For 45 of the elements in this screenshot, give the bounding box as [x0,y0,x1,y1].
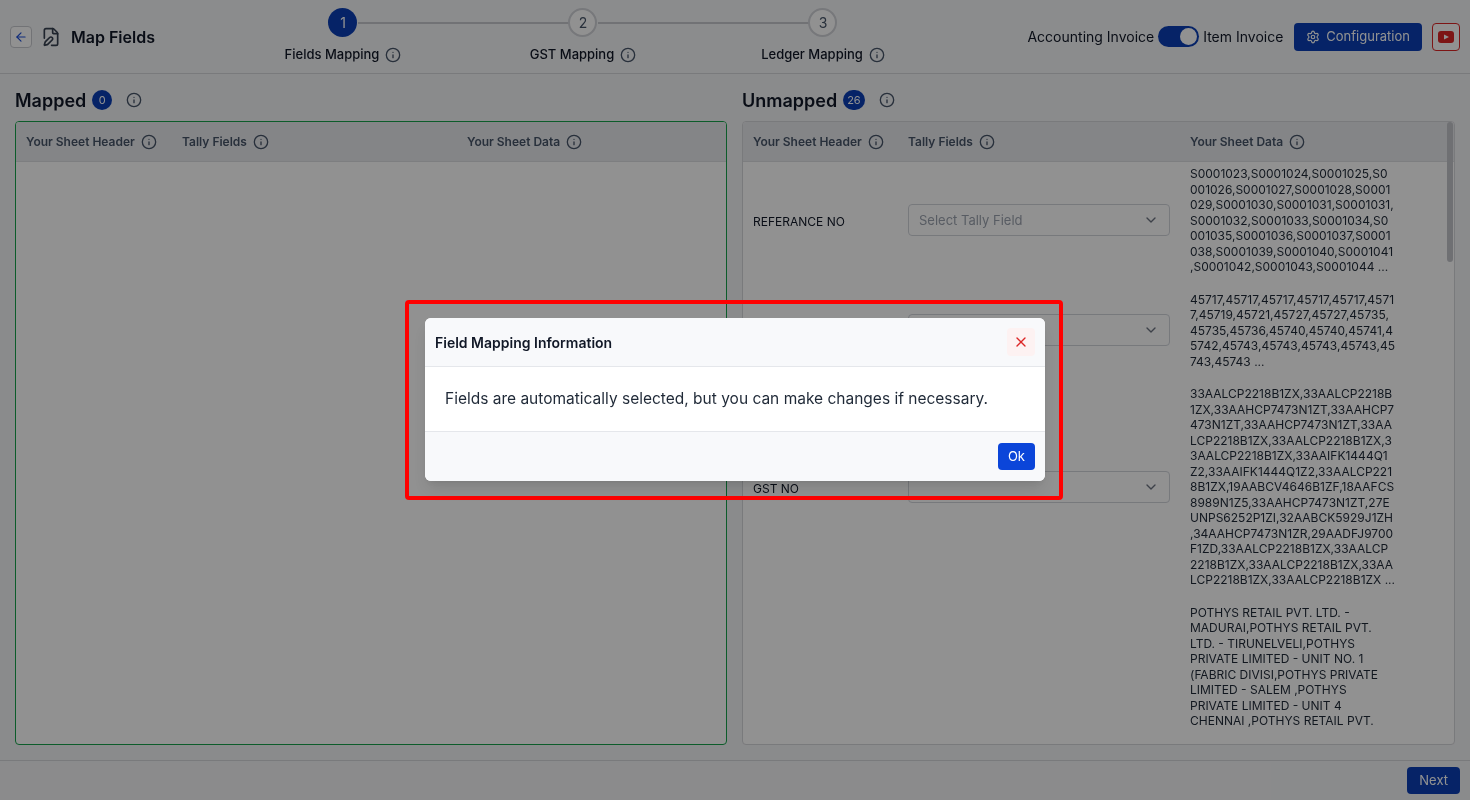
info-icon[interactable] [252,133,269,150]
column-header: Your Sheet Header [26,132,135,151]
sheet-data: S0001023,S0001024,S0001025,S0001026,S0001027,S0001028,S0001029,S0001030,S0001031,S0001031,S0001032,S0001033,S0001034,S0001035,S0001036,S0001037,S0001038,S0001039,S0001040,S0001041,S0001042,S0001043,S0001044 ... [1190,166,1395,275]
count-badge: 0 [92,90,113,110]
count-badge: 26 [843,90,865,110]
dialog-message: Fields are automatically selected, but you can make changes if necessary. [445,388,988,411]
info-icon[interactable] [867,133,884,150]
column-header: Your Sheet Data [1190,132,1284,151]
configuration-button[interactable]: Configuration [1294,22,1422,51]
sheet-data: 45717,45717,45717,45717,45717,45717,45719,45721,45727,45727,45735,45735,45736,45740,45740,45741,45742,45743,45743,45743,45743,45743,45743 ... [1190,291,1395,369]
play-icon [1438,30,1454,43]
section-title: Mapped [15,88,87,113]
column-header: Your Sheet Header [753,132,862,151]
column-header: Tally Fields [908,132,973,151]
video-button[interactable] [1432,22,1460,51]
back-button[interactable] [10,25,32,48]
page-title: Map Fields [71,25,155,49]
invoice-toggle[interactable] [1158,26,1200,47]
sheet-data: 33AALCP2218B1ZX,33AALCP2218B1ZX,33AAHCP7473N1ZT,33AAHCP7473N1ZT,33AAHCP7473N1ZT,33AALCP2218B1ZX,33AALCP2218B1ZX,33AALCP2218B1ZX,33AAIFK1444Q1Z2,33AAIFK1444Q1Z2,33AALCP2218B1ZX,19AABCV4646B1ZF,18AAFCS8989N1Z5,33AAHCP7473N1ZT,27EUNPS6252P1ZI,32AABCK5929J1ZH,34AAHCP7473N1ZR,29AADFJ9700F1ZD,33AALCP2218B1ZX,33AALCP2218B1ZX,33AALCP2218B1ZX,33AALCP2218B1ZX,33AALCP2218B1ZX ... [1190,386,1395,588]
column-header: Tally Fields [182,132,247,151]
info-icon[interactable] [1289,133,1306,150]
settings-icon [1306,29,1321,44]
step-label: Fields Mapping [284,45,380,65]
sheet-header: GST NO [753,480,799,496]
sheet-data: POTHYS RETAIL PVT. LTD. - MADURAI,POTHYS RETAIL PVT. LTD. - TIRUNELVELI,POTHYS PRIVATE LIMITED - UNIT NO. 1 (FABRIC DIVISI,POTHYS PRIVATE LIMITED - SALEM ,POTHYS PRIVATE LIMITED - UNIT 4 CHENNAI ,POTHYS RETAIL PVT. [1190,604,1379,729]
toggle-label: Accounting Invoice [1027,27,1155,47]
step-label: GST Mapping [529,45,615,65]
next-button[interactable]: Next [1407,767,1460,794]
info-icon[interactable] [878,92,895,108]
sheet-header: REFERANCE NO [753,214,845,230]
column-header: Your Sheet Data [467,132,561,151]
info-icon[interactable] [140,133,157,150]
toggle-label: Item Invoice [1203,27,1284,47]
step-label: Ledger Mapping [761,45,863,65]
info-icon[interactable] [126,92,143,108]
dialog-title: Field Mapping Information [435,332,613,353]
info-icon[interactable] [385,47,402,63]
info-icon[interactable] [620,47,637,63]
info-icon[interactable] [566,133,583,150]
info-icon[interactable] [868,47,885,63]
file-edit-icon [41,26,61,47]
ok-button[interactable]: Ok [997,443,1035,470]
info-icon[interactable] [978,133,995,150]
close-button[interactable] [1007,328,1035,356]
section-title: Unmapped [742,88,838,113]
